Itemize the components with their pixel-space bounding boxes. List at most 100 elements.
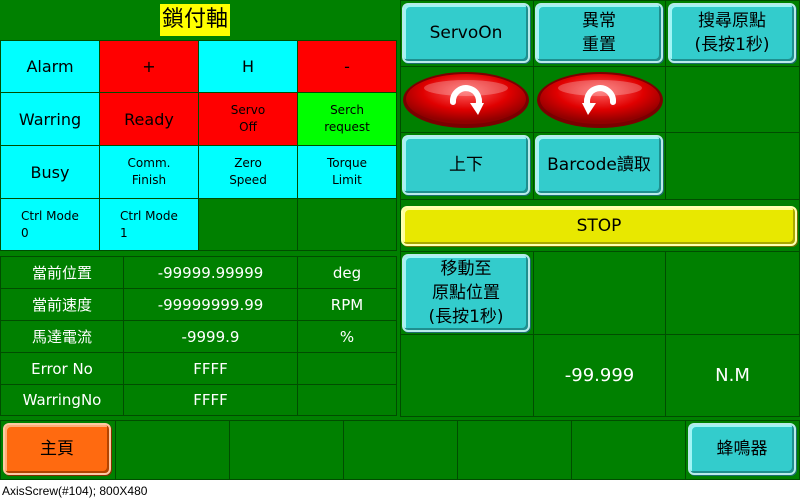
grid-r3c3 [665, 132, 800, 200]
rotate-cw-button[interactable] [401, 70, 531, 130]
buzzer-label: 蜂鳴器 [716, 439, 768, 459]
io-zero-speed: Zero Speed [198, 145, 298, 199]
bottom-slot-4 [343, 420, 458, 480]
info-label-error: Error No [0, 352, 124, 385]
io-zero-speed-label: Zero Speed [229, 156, 267, 187]
info-label-position: 當前位置 [0, 256, 124, 289]
page-title: 鎖付軸 [160, 4, 231, 36]
stop-button[interactable]: STOP [401, 206, 797, 246]
info-label-text: 當前速度 [31, 296, 92, 314]
info-label-warring: WarringNo [0, 384, 124, 416]
info-value-text: -99999999.99 [157, 295, 264, 314]
rotate-ccw-button[interactable] [535, 70, 665, 130]
info-label-text: 當前位置 [31, 264, 92, 282]
move-to-home-button[interactable]: 移動至 原點位置 (長按1秒) [402, 254, 530, 332]
io-ctrl-mode-0: Ctrl Mode 0 [0, 198, 100, 251]
info-value-text: FFFF [193, 391, 228, 409]
io-alarm: Alarm [0, 40, 100, 93]
io-ctrl-mode-0-label: Ctrl Mode 0 [21, 208, 79, 240]
home-search-button[interactable]: 搜尋原點 (長按1秒) [668, 3, 796, 63]
info-value-text: FFFF [193, 359, 228, 378]
barcode-read-button[interactable]: Barcode讀取 [535, 135, 663, 195]
info-unit-warring [297, 384, 397, 416]
grid-r5c2 [533, 251, 666, 335]
info-unit-text: deg [332, 263, 362, 282]
servo-on-label: ServoOn [429, 23, 503, 43]
torque-value-cell: -99.999 [533, 334, 666, 417]
info-value-speed: -99999999.99 [123, 288, 298, 321]
barcode-read-label: Barcode讀取 [547, 155, 651, 175]
torque-unit: N.M [715, 365, 750, 386]
servo-on-button[interactable]: ServoOn [402, 3, 530, 63]
bottom-slot-5 [457, 420, 572, 480]
home-search-label-2: (長按1秒) [694, 35, 770, 55]
home-search-label-1: 搜尋原點 [698, 11, 766, 31]
io-ready-label: Ready [124, 109, 174, 129]
status-bar-text: AxisScrew(#104); 800X480 [2, 484, 148, 498]
stop-label: STOP [576, 216, 622, 236]
move-home-label-3: (長按1秒) [428, 307, 504, 327]
info-unit-position: deg [297, 256, 397, 289]
info-unit-text: RPM [330, 295, 364, 314]
main-page-label: 主頁 [40, 439, 74, 459]
io-empty-1 [198, 198, 298, 251]
io-plus-label: + [142, 57, 156, 76]
io-comm-finish: Comm. Finish [99, 145, 199, 199]
info-label-text: WarringNo [22, 391, 102, 409]
up-down-button[interactable]: 上下 [402, 135, 530, 195]
io-warring-label: Warring [18, 109, 82, 129]
info-value-text: -9999.9 [181, 327, 240, 346]
io-minus-limit: - [297, 40, 397, 93]
status-bar: AxisScrew(#104); 800X480 [0, 480, 800, 502]
io-home: H [198, 40, 298, 93]
io-alarm-label: Alarm [26, 57, 74, 76]
grid-r6c1 [400, 334, 534, 417]
up-down-label: 上下 [449, 155, 483, 175]
io-torque-limit-label: Torque Limit [327, 156, 367, 187]
io-minus-label: - [344, 57, 350, 76]
info-unit-current: % [297, 320, 397, 353]
info-unit-speed: RPM [297, 288, 397, 321]
io-search-request-label: Serch request [324, 103, 370, 134]
grid-r5c3 [665, 251, 800, 335]
io-busy-label: Busy [30, 162, 70, 182]
info-label-speed: 當前速度 [0, 288, 124, 321]
info-value-current: -9999.9 [123, 320, 298, 353]
move-home-label-2: 原點位置 [432, 283, 500, 303]
info-value-warring: FFFF [123, 384, 298, 416]
io-ctrl-mode-1-label: Ctrl Mode 1 [120, 208, 178, 240]
alarm-reset-label-2: 重置 [582, 35, 616, 55]
io-ready: Ready [99, 92, 199, 146]
info-unit-text: % [339, 327, 355, 346]
info-label-current: 馬達電流 [0, 320, 124, 353]
io-torque-limit: Torque Limit [297, 145, 397, 199]
buzzer-button[interactable]: 蜂鳴器 [688, 423, 796, 475]
alarm-reset-button[interactable]: 異常 重置 [535, 3, 663, 63]
torque-unit-cell: N.M [665, 334, 800, 417]
info-unit-error [297, 352, 397, 385]
io-warring: Warring [0, 92, 100, 146]
main-page-button[interactable]: 主頁 [3, 423, 111, 475]
hmi-screen: 鎖付軸 Alarm + H - Warring Ready Servo Off … [0, 0, 800, 480]
bottom-slot-6 [571, 420, 686, 480]
io-busy: Busy [0, 145, 100, 199]
info-table: 當前位置 -99999.99999 deg 當前速度 -99999999.99 … [0, 256, 397, 416]
io-home-label: H [241, 57, 255, 76]
io-plus-limit: + [99, 40, 199, 93]
io-comm-finish-label: Comm. Finish [127, 156, 171, 187]
io-empty-2 [297, 198, 397, 251]
alarm-reset-label-1: 異常 [582, 11, 616, 31]
info-label-text: Error No [31, 359, 93, 378]
info-value-position: -99999.99999 [123, 256, 298, 289]
io-servo-off-label: Servo Off [230, 103, 266, 134]
info-value-text: -99999.99999 [157, 263, 264, 282]
bottom-slot-2 [115, 420, 230, 480]
move-home-label-1: 移動至 [440, 259, 492, 279]
grid-r2c3 [665, 66, 800, 133]
bottom-slot-3 [229, 420, 344, 480]
io-search-request: Serch request [297, 92, 397, 146]
info-value-error: FFFF [123, 352, 298, 385]
torque-value: -99.999 [564, 365, 635, 386]
io-ctrl-mode-1: Ctrl Mode 1 [99, 198, 199, 251]
io-servo-off: Servo Off [198, 92, 298, 146]
